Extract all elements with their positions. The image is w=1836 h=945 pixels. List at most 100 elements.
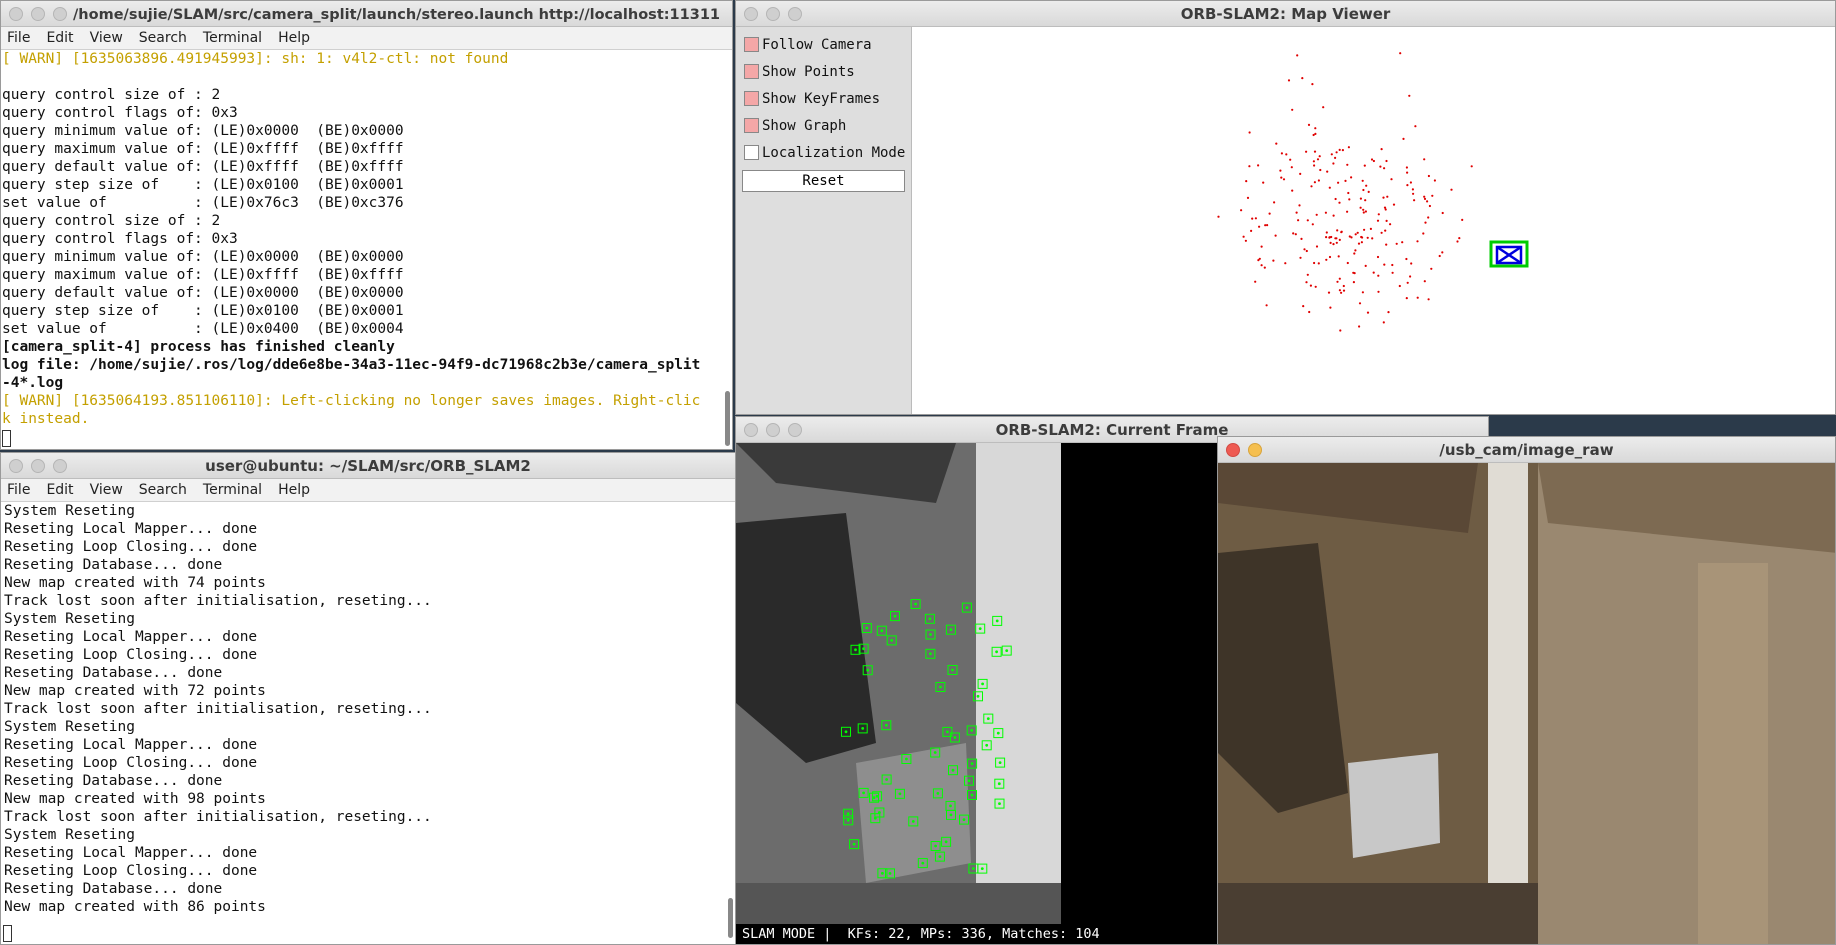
scrollbar[interactable] [728,898,733,938]
terminal-line: Reseting Loop Closing... done [4,647,258,663]
close-icon[interactable] [1226,443,1240,457]
terminal-window-launch[interactable]: /home/sujie/SLAM/src/camera_split/launch… [0,0,733,450]
checkbox-indicator[interactable] [744,64,759,79]
map-viewer-titlebar[interactable]: ORB-SLAM2: Map Viewer [736,1,1835,27]
map-point-cloud-canvas[interactable] [913,27,1835,414]
map-point [1361,179,1364,182]
checkbox-indicator[interactable] [744,145,759,160]
map-point [1377,213,1380,216]
terminal-output[interactable]: [ WARN] [1635063896.491945993]: sh: 1: v… [1,50,732,428]
feature-point [946,730,949,734]
map-point [1412,192,1415,195]
menu-help[interactable]: Help [278,30,310,46]
map-point [1380,231,1383,234]
terminal-output[interactable]: System Reseting Reseting Local Mapper... … [1,502,735,916]
minimize-icon[interactable] [1248,443,1262,457]
feature-point [944,840,948,844]
map-point [1358,302,1362,305]
menu-search[interactable]: Search [139,30,187,46]
image-raw-titlebar[interactable]: /usb_cam/image_raw [1218,437,1835,463]
show-points-checkbox[interactable]: Show Points [736,58,911,85]
checkbox-label: Show KeyFrames [762,90,881,107]
maximize-icon[interactable] [788,423,802,437]
map-point [1350,236,1353,239]
menu-help[interactable]: Help [278,482,310,498]
map-point [1377,290,1380,293]
checkbox-indicator[interactable] [744,118,759,133]
map-point [1334,156,1337,159]
map-point [1290,166,1293,169]
map-point [1353,252,1356,255]
map-point [1328,255,1332,259]
minimize-icon[interactable] [766,7,780,21]
map-point [1311,83,1314,86]
map-point [1317,262,1320,265]
map-point [1334,197,1337,201]
menu-file[interactable]: File [7,482,30,498]
map-point [1352,271,1355,274]
terminal-line: query control size of : 2 [2,213,221,229]
map-point [1365,184,1368,187]
minimize-icon[interactable] [31,459,45,473]
map-point [1303,248,1306,251]
close-icon[interactable] [9,7,23,21]
close-icon[interactable] [744,7,758,21]
close-icon[interactable] [9,459,23,473]
minimize-icon[interactable] [31,7,45,21]
map-viewer-window[interactable]: ORB-SLAM2: Map Viewer Follow Camera Show… [735,0,1836,415]
menu-edit[interactable]: Edit [46,30,73,46]
feature-point [898,792,902,796]
minimize-icon[interactable] [766,423,780,437]
map-point [1254,280,1257,283]
close-icon[interactable] [744,423,758,437]
menu-file[interactable]: File [7,30,30,46]
map-point [1306,219,1309,222]
map-point [1438,254,1441,258]
map-point [1430,267,1433,270]
terminal-launch-titlebar[interactable]: /home/sujie/SLAM/src/camera_split/launch… [1,1,732,27]
show-keyframes-checkbox[interactable]: Show KeyFrames [736,85,911,112]
map-point [1291,189,1294,192]
map-point [1340,291,1343,294]
reset-button[interactable]: Reset [742,170,905,192]
checkbox-indicator[interactable] [744,91,759,106]
follow-camera-checkbox[interactable]: Follow Camera [736,31,911,58]
terminal-line: set value of : (LE)0x0400 (BE)0x0004 [2,321,404,337]
terminal-orbslam-titlebar[interactable]: user@ubuntu: ~/SLAM/src/ORB_SLAM2 [1,453,735,479]
localization-mode-checkbox[interactable]: Localization Mode [736,139,911,166]
map-point [1385,219,1388,222]
menu-view[interactable]: View [90,30,123,46]
menu-view[interactable]: View [90,482,123,498]
maximize-icon[interactable] [788,7,802,21]
map-point [1386,195,1389,198]
show-graph-checkbox[interactable]: Show Graph [736,112,911,139]
map-point [1427,174,1430,178]
map-point [1328,236,1331,239]
window-title: /usb_cam/image_raw [1439,441,1614,459]
map-point [1347,146,1350,149]
map-point [1354,233,1357,236]
map-point [1411,188,1414,191]
map-point [1332,162,1335,165]
menu-search[interactable]: Search [139,482,187,498]
menu-edit[interactable]: Edit [46,482,73,498]
feature-point [852,842,856,846]
map-point [1272,259,1275,262]
menu-terminal[interactable]: Terminal [203,482,262,498]
checkbox-indicator[interactable] [744,37,759,52]
terminal-cursor [2,430,11,447]
scrollbar[interactable] [725,391,730,446]
map-point [1313,261,1316,265]
map-point [1298,204,1301,207]
map-point [1342,289,1346,292]
menu-terminal[interactable]: Terminal [203,30,262,46]
maximize-icon[interactable] [53,459,67,473]
maximize-icon[interactable] [53,7,67,21]
image-raw-window[interactable]: /usb_cam/image_raw [1217,436,1836,945]
menubar: File Edit View Search Terminal Help [1,27,732,50]
map-point [1297,219,1300,222]
feature-point [953,736,957,739]
feature-point [951,668,954,672]
terminal-window-orbslam[interactable]: user@ubuntu: ~/SLAM/src/ORB_SLAM2 File E… [0,452,736,945]
map-point [1314,127,1317,130]
